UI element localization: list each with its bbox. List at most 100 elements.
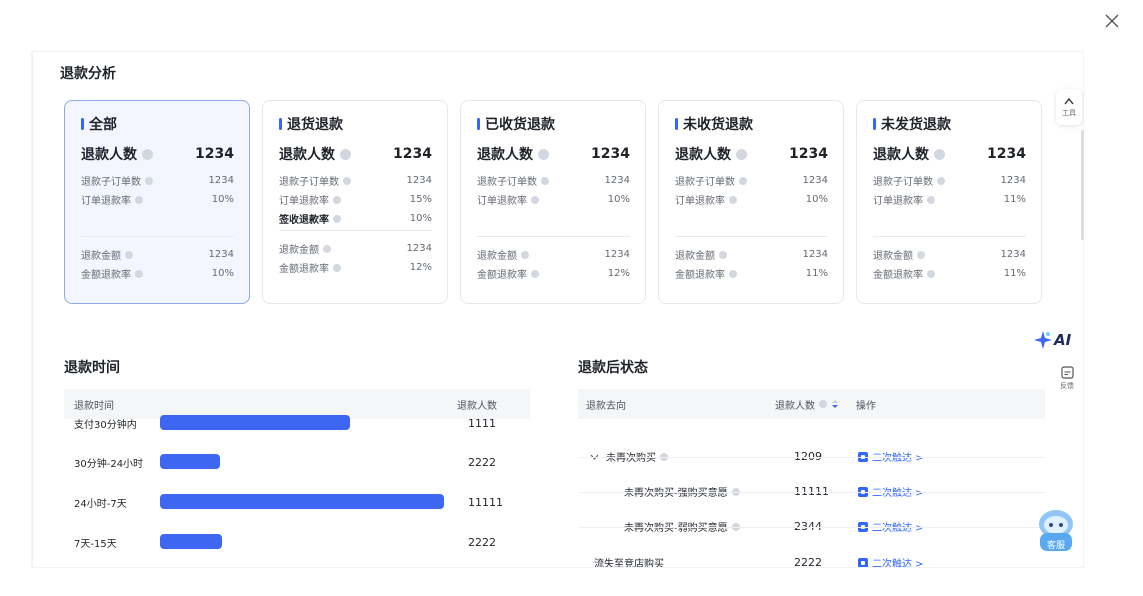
metric-label: 金额退款率 — [81, 270, 131, 281]
metric-label: 订单退款率 — [279, 196, 329, 207]
status-row-value: 2222 — [794, 556, 822, 567]
main-label: 退款人数 — [279, 147, 335, 163]
help-icon[interactable] — [135, 269, 143, 278]
help-icon[interactable] — [531, 269, 539, 278]
main-value: 1234 — [591, 146, 630, 162]
metric-label: 退款子订单数 — [477, 177, 537, 188]
after-status-header: 退款去向 退款人数 操作 — [578, 389, 1045, 419]
help-icon[interactable] — [333, 214, 341, 223]
card-title: 全部 — [89, 117, 117, 133]
help-icon[interactable] — [729, 195, 737, 204]
tool-widget[interactable]: 工具 — [1056, 89, 1082, 125]
metric-value: 1234 — [208, 175, 234, 186]
sort-icon[interactable] — [831, 399, 839, 409]
metric-label: 退款子订单数 — [675, 177, 735, 188]
help-icon[interactable] — [538, 148, 549, 160]
help-icon[interactable] — [927, 269, 935, 278]
card-not-received-refund[interactable]: 未收货退款 退款人数 1234 退款子订单数 1234 订单退款率 10% 退款金额 1… — [658, 100, 844, 304]
help-icon[interactable] — [333, 263, 341, 272]
help-icon[interactable] — [739, 176, 747, 185]
help-icon[interactable] — [736, 148, 747, 160]
ai-assistant-button[interactable]: AI — [1033, 330, 1071, 350]
metric-value: 10% — [607, 194, 630, 205]
collapse-arrow-icon — [1064, 97, 1074, 105]
metric-value: 1234 — [802, 175, 828, 186]
help-icon[interactable] — [135, 195, 143, 204]
row-divider — [578, 492, 1045, 493]
metric-value: 12% — [409, 262, 432, 273]
help-icon[interactable] — [142, 148, 153, 160]
time-bar[interactable] — [160, 534, 222, 549]
main-value: 1234 — [393, 146, 432, 162]
card-title: 退货退款 — [287, 117, 343, 133]
close-icon[interactable] — [1101, 10, 1123, 32]
row-divider — [578, 527, 1045, 528]
metric-label: 订单退款率 — [873, 196, 923, 207]
help-icon[interactable] — [819, 400, 827, 408]
metric-label: 退款金额 — [477, 251, 517, 262]
second-touch-link[interactable]: 二次触达 > — [858, 555, 924, 567]
help-icon[interactable] — [125, 250, 133, 259]
main-value: 1234 — [789, 146, 828, 162]
metric-label: 退款子订单数 — [81, 177, 141, 188]
time-row: 7天-15天 2222 — [64, 525, 530, 560]
help-icon[interactable] — [541, 176, 549, 185]
help-icon[interactable] — [333, 195, 341, 204]
main-value: 1234 — [987, 146, 1026, 162]
second-touch-label: 二次触达 > — [872, 559, 924, 567]
help-icon[interactable] — [521, 250, 529, 259]
metric-label: 金额退款率 — [477, 270, 527, 281]
time-bar[interactable] — [160, 415, 350, 430]
metric-label: 退款子订单数 — [279, 177, 339, 188]
metric-value: 1234 — [406, 243, 432, 254]
feedback-label: 反馈 — [1060, 382, 1074, 390]
scrollbar[interactable] — [1081, 130, 1084, 240]
metric-value: 1234 — [406, 175, 432, 186]
time-row-label: 支付30分钟内 — [74, 420, 137, 431]
main-label: 退款人数 — [873, 147, 929, 163]
time-bar[interactable] — [160, 494, 444, 509]
metric-label: 签收退款率 — [279, 215, 329, 226]
help-icon[interactable] — [937, 176, 945, 185]
help-icon[interactable] — [729, 269, 737, 278]
card-not-shipped-refund[interactable]: 未发货退款 退款人数 1234 退款子订单数 1234 订单退款率 11% 退款金额 1… — [856, 100, 1042, 304]
metric-value: 10% — [805, 194, 828, 205]
metric-value: 1234 — [802, 249, 828, 260]
time-row-label: 30分钟-24小时 — [74, 459, 144, 470]
ai-label: AI — [1054, 331, 1072, 349]
status-row: 流失至竞店购买 2222 二次触达 > — [578, 545, 1045, 567]
metric-label: 退款金额 — [873, 251, 913, 262]
feedback-button[interactable]: 反馈 — [1056, 366, 1078, 398]
metric-label: 退款子订单数 — [873, 177, 933, 188]
help-icon[interactable] — [934, 148, 945, 160]
metric-value: 15% — [409, 194, 432, 205]
help-icon[interactable] — [323, 244, 331, 253]
accent-bar — [81, 118, 84, 130]
time-bar[interactable] — [160, 454, 220, 469]
metric-label: 订单退款率 — [81, 196, 131, 207]
help-icon[interactable] — [343, 176, 351, 185]
time-row: 30分钟-24小时 2222 — [64, 445, 530, 480]
metric-value: 1234 — [1000, 249, 1026, 260]
section-title-refund-time: 退款时间 — [64, 360, 120, 376]
metric-value: 1234 — [208, 249, 234, 260]
card-return-refund[interactable]: 退货退款 退款人数 1234 退款子订单数 1234 订单退款率 15% 签收退款率 1… — [262, 100, 448, 304]
help-icon[interactable] — [531, 195, 539, 204]
help-icon[interactable] — [719, 250, 727, 259]
customer-service-button[interactable]: 客服 — [1036, 508, 1076, 552]
help-icon[interactable] — [927, 195, 935, 204]
time-row-value: 1111 — [468, 417, 496, 430]
card-received-refund[interactable]: 已收货退款 退款人数 1234 退款子订单数 1234 订单退款率 10% 退款金额 1… — [460, 100, 646, 304]
metric-label: 金额退款率 — [873, 270, 923, 281]
help-icon[interactable] — [917, 250, 925, 259]
time-row-label: 24小时-7天 — [74, 499, 127, 510]
metric-value: 11% — [1003, 268, 1026, 279]
metric-label: 金额退款率 — [279, 264, 329, 275]
col-header-destination: 退款去向 — [586, 400, 626, 412]
help-icon[interactable] — [145, 176, 153, 185]
metric-label: 退款金额 — [675, 251, 715, 262]
card-title: 已收货退款 — [485, 117, 555, 133]
row-divider — [578, 457, 1045, 458]
help-icon[interactable] — [340, 148, 351, 160]
card-all[interactable]: 全部 退款人数 1234 退款子订单数 1234 订单退款率 10% 退款金额 1234… — [64, 100, 250, 304]
